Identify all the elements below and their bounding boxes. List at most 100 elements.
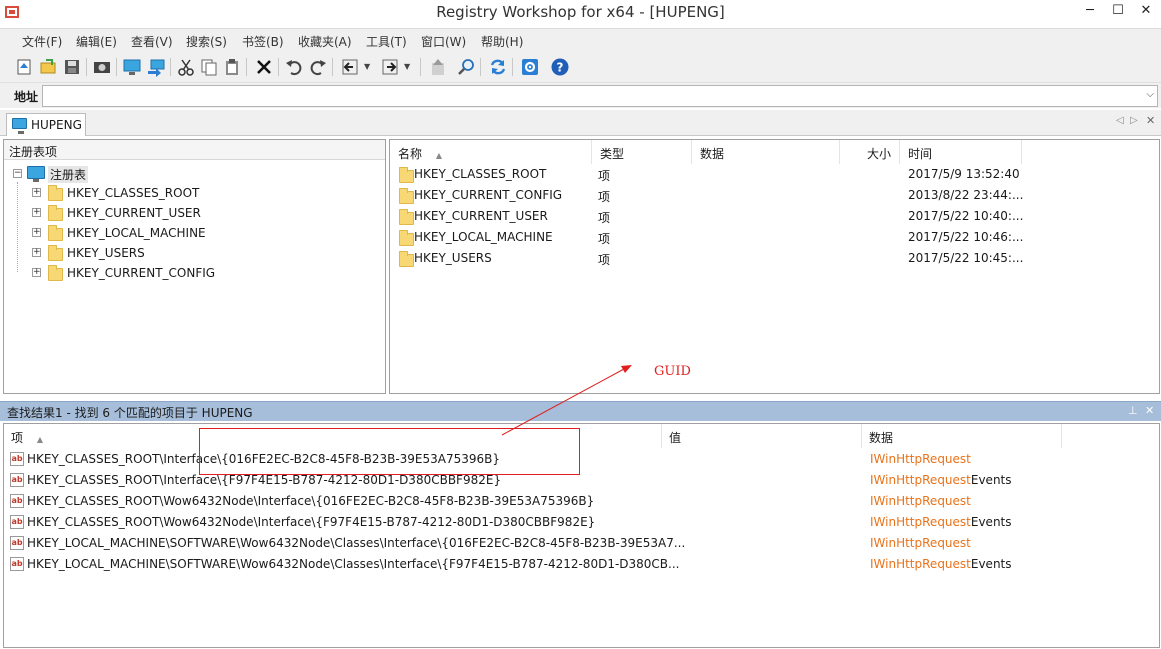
local-registry-icon[interactable]: [122, 57, 142, 77]
column-header-time[interactable]: 时间: [900, 140, 1022, 164]
expand-icon[interactable]: +: [32, 268, 41, 277]
column-header-type[interactable]: 类型: [592, 140, 692, 164]
table-row[interactable]: ab HKEY_CLASSES_ROOT\Wow6432Node\Interfa…: [4, 512, 1159, 533]
open-icon[interactable]: [38, 57, 58, 77]
find-icon[interactable]: [456, 57, 476, 77]
tree-item-label: HKEY_USERS: [67, 246, 145, 260]
column-item-label: 项: [11, 431, 24, 445]
back-icon[interactable]: [340, 57, 360, 77]
menu-bookmarks[interactable]: 书签(B): [242, 33, 284, 50]
result-item-path: HKEY_LOCAL_MACHINE\SOFTWARE\Wow6432Node\…: [27, 557, 680, 571]
tab-close-icon[interactable]: ✕: [1146, 114, 1155, 127]
menu-search[interactable]: 搜索(S): [186, 33, 227, 50]
column-header-size[interactable]: 大小: [840, 140, 900, 164]
column-header-value[interactable]: 值: [662, 424, 862, 448]
save-icon[interactable]: [62, 57, 82, 77]
tree-item-hkcu[interactable]: + HKEY_CURRENT_USER: [4, 203, 385, 223]
list-item-type: 项: [598, 190, 611, 204]
result-data-match: IWinHttpRequest: [870, 452, 971, 466]
list-item[interactable]: HKEY_LOCAL_MACHINE 项 2017/5/22 10:46:...: [390, 227, 1159, 248]
result-data: IWinHttpRequest: [870, 452, 971, 466]
tree-item-hklm[interactable]: + HKEY_LOCAL_MACHINE: [4, 223, 385, 243]
tree-item-hku[interactable]: + HKEY_USERS: [4, 243, 385, 263]
remote-registry-icon[interactable]: [146, 57, 166, 77]
menu-help[interactable]: 帮助(H): [481, 33, 523, 50]
cut-icon[interactable]: [176, 57, 196, 77]
list-item[interactable]: HKEY_CURRENT_USER 项 2017/5/22 10:40:...: [390, 206, 1159, 227]
window-title: Registry Workshop for x64 - [HUPENG]: [436, 3, 725, 21]
redo-icon[interactable]: [308, 57, 328, 77]
result-data-match: IWinHttpRequest: [870, 515, 971, 529]
close-icon[interactable]: ✕: [1145, 404, 1154, 417]
paste-icon[interactable]: [222, 57, 242, 77]
folder-icon: [48, 225, 63, 241]
menu-window[interactable]: 窗口(W): [421, 33, 466, 50]
refresh-icon[interactable]: [488, 57, 508, 77]
folder-icon: [48, 245, 63, 261]
menu-file[interactable]: 文件(F): [22, 33, 62, 50]
tab-hupeng[interactable]: HUPENG: [6, 113, 86, 136]
list-item[interactable]: HKEY_CLASSES_ROOT 项 2017/5/9 13:52:40: [390, 164, 1159, 185]
expand-icon[interactable]: +: [32, 248, 41, 257]
result-item-path: HKEY_LOCAL_MACHINE\SOFTWARE\Wow6432Node\…: [27, 536, 686, 550]
forward-icon[interactable]: [380, 57, 400, 77]
menu-tools[interactable]: 工具(T): [366, 33, 407, 50]
settings-icon[interactable]: [520, 57, 540, 77]
menu-edit[interactable]: 编辑(E): [76, 33, 117, 50]
table-row[interactable]: ab HKEY_CLASSES_ROOT\Interface\{F97F4E15…: [4, 470, 1159, 491]
address-input[interactable]: ⌵: [42, 85, 1158, 107]
search-results-title: 查找结果1 - 找到 6 个匹配的项目于 HUPENG: [7, 406, 253, 420]
up-level-icon[interactable]: [428, 57, 448, 77]
menu-favorites[interactable]: 收藏夹(A): [298, 33, 352, 50]
new-key-icon[interactable]: [14, 57, 34, 77]
column-header-data[interactable]: 数据: [692, 140, 840, 164]
column-name-label: 名称: [398, 147, 423, 161]
folder-icon: [48, 205, 63, 221]
result-item-path: HKEY_CLASSES_ROOT\Wow6432Node\Interface\…: [27, 515, 596, 529]
copy-icon[interactable]: [199, 57, 219, 77]
list-item-name: HKEY_CLASSES_ROOT: [414, 167, 547, 181]
back-dropdown-icon[interactable]: ▼: [364, 62, 370, 71]
expand-icon[interactable]: +: [32, 228, 41, 237]
result-data: IWinHttpRequestEvents: [870, 473, 1012, 487]
column-header-name[interactable]: 名称 ▲: [390, 140, 592, 164]
list-item[interactable]: HKEY_USERS 项 2017/5/22 10:45:...: [390, 248, 1159, 269]
annotation-label: GUID: [654, 364, 691, 379]
minimize-button[interactable]: ─: [1076, 0, 1104, 22]
list-item-time: 2017/5/22 10:45:...: [908, 251, 1024, 265]
column-header-data[interactable]: 数据: [862, 424, 1062, 448]
collapse-icon[interactable]: −: [13, 169, 22, 178]
undo-icon[interactable]: [284, 57, 304, 77]
tab-scroll-left-icon[interactable]: ◁: [1116, 115, 1124, 126]
folder-icon: [399, 230, 414, 246]
camera-icon[interactable]: [92, 57, 112, 77]
table-row[interactable]: ab HKEY_LOCAL_MACHINE\SOFTWARE\Wow6432No…: [4, 554, 1159, 575]
result-data-rest: Events: [970, 473, 1012, 487]
maximize-button[interactable]: ☐: [1104, 0, 1132, 22]
expand-icon[interactable]: +: [32, 208, 41, 217]
chevron-down-icon[interactable]: ⌵: [1146, 89, 1154, 100]
result-data-match: IWinHttpRequest: [870, 473, 971, 487]
list-item-type: 项: [598, 253, 611, 267]
close-button[interactable]: ✕: [1132, 0, 1160, 22]
delete-icon[interactable]: [254, 57, 274, 77]
list-item[interactable]: HKEY_CURRENT_CONFIG 项 2013/8/22 23:44:..…: [390, 185, 1159, 206]
sort-ascending-icon: ▲: [36, 435, 43, 444]
forward-dropdown-icon[interactable]: ▼: [404, 62, 410, 71]
svg-text:?: ?: [557, 61, 564, 75]
table-row[interactable]: ab HKEY_CLASSES_ROOT\Wow6432Node\Interfa…: [4, 491, 1159, 512]
menu-view[interactable]: 查看(V): [131, 33, 173, 50]
expand-icon[interactable]: +: [32, 188, 41, 197]
toolbar-separator: [480, 58, 481, 76]
tree-root[interactable]: − 注册表: [4, 163, 385, 183]
table-row[interactable]: ab HKEY_LOCAL_MACHINE\SOFTWARE\Wow6432No…: [4, 533, 1159, 554]
pin-icon[interactable]: ⊥: [1128, 404, 1138, 417]
list-item-name: HKEY_CURRENT_CONFIG: [414, 188, 563, 202]
table-row[interactable]: ab HKEY_CLASSES_ROOT\Interface\{016FE2EC…: [4, 449, 1159, 470]
address-label: 地址: [14, 90, 39, 104]
tab-scroll-right-icon[interactable]: ▷: [1130, 115, 1138, 126]
tree-item-hkcr[interactable]: + HKEY_CLASSES_ROOT: [4, 183, 385, 203]
help-icon[interactable]: ?: [550, 57, 570, 77]
tree-item-hkcc[interactable]: + HKEY_CURRENT_CONFIG: [4, 263, 385, 283]
folder-icon: [48, 265, 63, 281]
